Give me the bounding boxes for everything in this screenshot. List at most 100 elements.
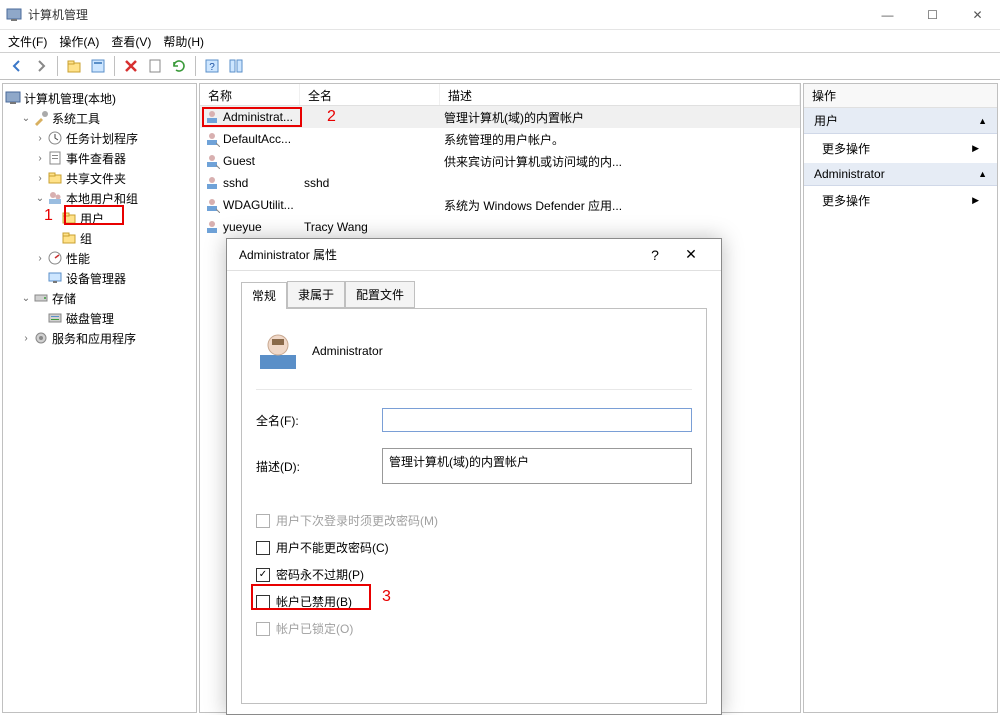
tree-local-users[interactable]: ⌄ 本地用户和组 [5, 188, 194, 208]
user-avatar-icon [258, 331, 298, 371]
section-title: 用户 [814, 112, 838, 129]
cell-name: Guest [223, 154, 255, 168]
menu-file[interactable]: 文件(F) [8, 33, 47, 50]
actions-section-users[interactable]: 用户 ▲ [804, 108, 997, 134]
actions-item-more-users[interactable]: 更多操作 ▶ [804, 134, 997, 163]
toggle-icon[interactable]: ⌄ [19, 113, 33, 124]
toggle-icon[interactable]: › [33, 153, 47, 164]
chk-label: 帐户已禁用(B) [276, 593, 352, 610]
list-row[interactable]: Administrat... 管理计算机(域)的内置帐户 [200, 106, 800, 128]
forward-button[interactable] [30, 55, 52, 77]
list-row[interactable]: WDAGUtilit... 系统为 Windows Defender 应用... [200, 194, 800, 216]
chk-label: 密码永不过期(P) [276, 566, 364, 583]
list-row[interactable]: Guest 供来宾访问计算机或访问域的内... [200, 150, 800, 172]
toggle-icon[interactable]: › [19, 333, 33, 344]
tree-root-label: 计算机管理(本地) [24, 90, 116, 107]
back-button[interactable] [6, 55, 28, 77]
toggle-icon[interactable]: › [33, 253, 47, 264]
tree-label: 事件查看器 [66, 150, 126, 167]
tree-device-manager[interactable]: 设备管理器 [5, 268, 194, 288]
checkbox-icon[interactable] [256, 595, 270, 609]
toggle-icon[interactable]: ⌄ [19, 293, 33, 304]
tree-label: 本地用户和组 [66, 190, 138, 207]
actions-header: 操作 [804, 84, 997, 108]
tab-content: Administrator 全名(F): 描述(D): 用户下次登录时须更改密码… [241, 309, 707, 704]
arrow-icon: ▶ [972, 143, 979, 154]
user-icon [204, 153, 220, 169]
tree-label: 用户 [80, 210, 104, 227]
cell-name: Administrat... [223, 110, 293, 124]
tree-shared-folders[interactable]: › 共享文件夹 [5, 168, 194, 188]
dialog-help-button[interactable]: ? [637, 247, 673, 263]
checkbox-icon[interactable] [256, 541, 270, 555]
view-button[interactable] [225, 55, 247, 77]
tree-groups[interactable]: 组 [5, 228, 194, 248]
checkbox-icon[interactable]: ✓ [256, 568, 270, 582]
item-label: 更多操作 [822, 140, 870, 157]
tree-label: 共享文件夹 [66, 170, 126, 187]
col-fullname[interactable]: 全名 [300, 84, 440, 105]
menu-bar: 文件(F) 操作(A) 查看(V) 帮助(H) [0, 30, 1000, 52]
refresh-button[interactable] [168, 55, 190, 77]
menu-action[interactable]: 操作(A) [59, 33, 99, 50]
dialog-close-button[interactable]: ✕ [673, 246, 709, 263]
col-desc[interactable]: 描述 [440, 84, 800, 105]
user-icon [204, 197, 220, 213]
tab-memberof[interactable]: 隶属于 [287, 281, 345, 308]
tab-profile[interactable]: 配置文件 [345, 281, 415, 308]
tree-event-viewer[interactable]: › 事件查看器 [5, 148, 194, 168]
actions-section-admin[interactable]: Administrator ▲ [804, 163, 997, 186]
user-icon [204, 131, 220, 147]
desc-input[interactable] [382, 448, 692, 484]
actions-item-more-admin[interactable]: 更多操作 ▶ [804, 186, 997, 215]
help-button[interactable]: ? [201, 55, 223, 77]
tree-disk-mgmt[interactable]: 磁盘管理 [5, 308, 194, 328]
list-row[interactable]: yueyue Tracy Wang [200, 216, 800, 238]
tree-task-scheduler[interactable]: › 任务计划程序 [5, 128, 194, 148]
toolbar: ? [0, 52, 1000, 80]
cell-desc: 系统为 Windows Defender 应用... [444, 197, 622, 214]
col-name[interactable]: 名称 [200, 84, 300, 105]
cell-name: WDAGUtilit... [223, 198, 294, 212]
tree-system-tools[interactable]: ⌄ 系统工具 [5, 108, 194, 128]
tree-services[interactable]: › 服务和应用程序 [5, 328, 194, 348]
disk-icon [47, 310, 63, 326]
collapse-icon: ▲ [978, 116, 987, 126]
chk-never-expire[interactable]: ✓ 密码永不过期(P) [256, 566, 692, 583]
menu-view[interactable]: 查看(V) [111, 33, 151, 50]
close-button[interactable]: ✕ [955, 0, 1000, 30]
tree-performance[interactable]: › 性能 [5, 248, 194, 268]
list-row[interactable]: DefaultAcc... 系统管理的用户帐户。 [200, 128, 800, 150]
tree-root[interactable]: 计算机管理(本地) [5, 88, 194, 108]
maximize-button[interactable]: ☐ [910, 0, 955, 30]
chk-disabled[interactable]: 帐户已禁用(B) [256, 593, 692, 610]
event-icon [47, 150, 63, 166]
up-button[interactable] [63, 55, 85, 77]
tree-storage[interactable]: ⌄ 存储 [5, 288, 194, 308]
cell-fullname: sshd [304, 176, 329, 190]
toggle-icon[interactable]: › [33, 173, 47, 184]
doc1-button[interactable] [144, 55, 166, 77]
tree-label: 服务和应用程序 [52, 330, 136, 347]
delete-button[interactable] [120, 55, 142, 77]
chk-label: 用户下次登录时须更改密码(M) [276, 512, 438, 529]
dialog-tabs: 常规 隶属于 配置文件 [241, 281, 707, 309]
dialog-titlebar: Administrator 属性 ? ✕ [227, 239, 721, 271]
chk-cannot-change[interactable]: 用户不能更改密码(C) [256, 539, 692, 556]
fullname-input[interactable] [382, 408, 692, 432]
toggle-icon[interactable]: › [33, 133, 47, 144]
folder-icon [61, 230, 77, 246]
list-row[interactable]: sshd sshd [200, 172, 800, 194]
toggle-icon[interactable]: ⌄ [33, 193, 47, 204]
menu-help[interactable]: 帮助(H) [163, 33, 204, 50]
minimize-button[interactable]: — [865, 0, 910, 30]
list-header: 名称 全名 描述 [200, 84, 800, 106]
desc-label: 描述(D): [256, 458, 382, 475]
tree-label: 磁盘管理 [66, 310, 114, 327]
computer-icon [5, 90, 21, 106]
tree-users[interactable]: 用户 [5, 208, 194, 228]
properties-button[interactable] [87, 55, 109, 77]
tab-general[interactable]: 常规 [241, 282, 287, 309]
tools-icon [33, 110, 49, 126]
arrow-icon: ▶ [972, 195, 979, 206]
